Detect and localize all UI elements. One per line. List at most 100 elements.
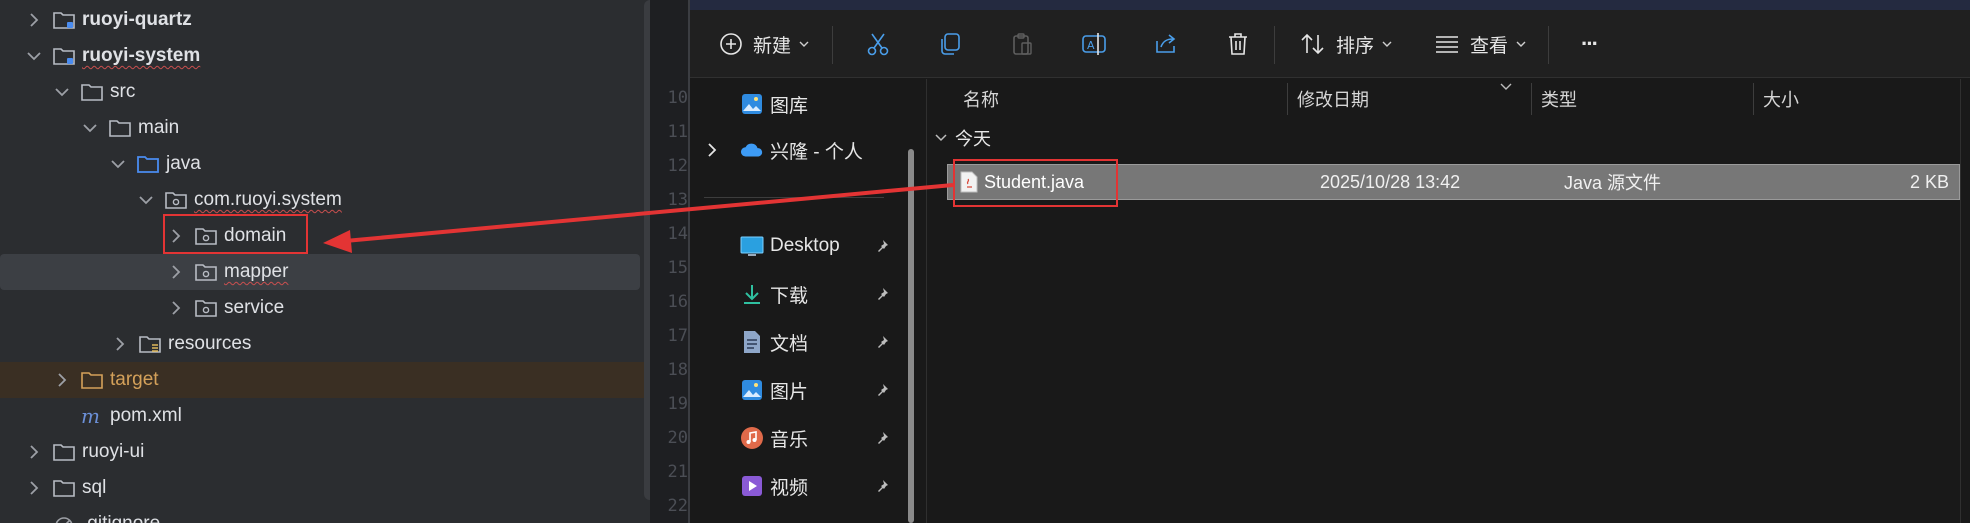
pin-icon[interactable]	[874, 430, 890, 446]
line-number: 13	[667, 190, 688, 210]
list-view-icon	[1434, 33, 1460, 55]
sort-button[interactable]: 排序	[1294, 10, 1398, 78]
nav-item-videos[interactable]: 视频	[690, 467, 910, 505]
column-header-type[interactable]: 类型	[1541, 79, 1577, 119]
tree-node-sql[interactable]: sql	[0, 470, 650, 506]
tree-node-ruoyi-system[interactable]: ruoyi-system	[0, 38, 650, 74]
column-divider[interactable]	[1531, 83, 1532, 115]
line-number: 14	[667, 224, 688, 244]
paste-button[interactable]	[1002, 10, 1042, 78]
cut-button[interactable]	[858, 10, 898, 78]
column-header-size[interactable]: 大小	[1763, 79, 1799, 119]
line-number: 20	[667, 428, 688, 448]
desktop-icon	[740, 234, 764, 258]
chevron-down-icon[interactable]	[136, 190, 156, 210]
tree-node-ruoyi-ui[interactable]: ruoyi-ui	[0, 434, 650, 470]
chevron-down-icon[interactable]	[52, 82, 72, 102]
tree-node-pom-xml[interactable]: m pom.xml	[0, 398, 650, 434]
tree-node-mapper[interactable]: mapper	[0, 254, 640, 290]
sort-label: 排序	[1335, 35, 1374, 57]
file-modified: 2025/10/28 13:42	[1320, 171, 1461, 192]
tree-label: ruoyi-system	[82, 45, 201, 66]
sort-descending-icon	[1500, 79, 1512, 97]
pin-icon[interactable]	[874, 478, 890, 494]
toolbar-separator	[1548, 26, 1549, 64]
tree-label: java	[166, 153, 201, 174]
source-folder-icon	[136, 153, 160, 175]
tree-node-target[interactable]: target	[0, 362, 650, 398]
new-label: 新建	[752, 35, 791, 57]
tree-label: sql	[82, 477, 107, 498]
delete-button[interactable]	[1218, 10, 1258, 78]
nav-item-downloads[interactable]: 下载	[690, 275, 910, 313]
column-header-name[interactable]: 名称	[963, 79, 999, 119]
nav-item-desktop[interactable]: Desktop	[690, 227, 910, 265]
excluded-folder-icon	[80, 369, 104, 391]
tree-node-main[interactable]: main	[0, 110, 650, 146]
tree-label: com.ruoyi.system	[194, 189, 342, 210]
tree-label: src	[110, 81, 136, 102]
chevron-right-icon[interactable]	[24, 442, 44, 462]
chevron-right-icon[interactable]	[110, 334, 130, 354]
content-edge	[1960, 79, 1961, 523]
rename-button[interactable]: A	[1074, 10, 1114, 78]
line-number: 22	[667, 496, 688, 516]
copy-button[interactable]	[930, 10, 970, 78]
music-icon	[740, 426, 764, 450]
folder-icon	[52, 441, 76, 463]
nav-item-documents[interactable]: 文档	[690, 323, 910, 361]
pin-icon[interactable]	[874, 382, 890, 398]
pin-icon[interactable]	[874, 238, 890, 254]
share-button[interactable]	[1146, 10, 1186, 78]
nav-item-pictures[interactable]: 图片	[690, 371, 910, 409]
ignore-file-icon	[52, 513, 76, 523]
tree-node-resources[interactable]: resources	[0, 326, 650, 362]
pin-icon[interactable]	[874, 334, 890, 350]
new-button[interactable]: 新建	[712, 10, 816, 78]
line-number: 12	[667, 156, 688, 176]
view-button[interactable]: 查看	[1428, 10, 1532, 78]
column-header-modified[interactable]: 修改日期	[1297, 79, 1369, 119]
chevron-right-icon[interactable]	[166, 262, 186, 282]
pin-icon[interactable]	[874, 286, 890, 302]
tree-label: main	[138, 117, 180, 138]
tree-node-java[interactable]: java	[0, 146, 650, 182]
file-explorer-window: 新建 A 排序 查看 ··· 图库 兴隆 - 个人 Desktop 下载 文档 …	[690, 0, 1970, 523]
nav-label: 文档	[770, 333, 809, 355]
chevron-down-icon[interactable]	[108, 154, 128, 174]
chevron-down-icon[interactable]	[24, 46, 44, 66]
column-divider[interactable]	[1753, 83, 1754, 115]
chevron-right-icon[interactable]	[704, 140, 720, 160]
more-options-button[interactable]: ···	[1564, 10, 1614, 78]
plus-circle-icon	[719, 32, 743, 56]
tree-scrollbar[interactable]	[644, 0, 650, 500]
tree-node-service[interactable]: service	[0, 290, 650, 326]
nav-item-onedrive[interactable]: 兴隆 - 个人	[690, 131, 910, 169]
group-header-today[interactable]: 今天	[935, 123, 991, 153]
line-number: 21	[667, 462, 688, 482]
chevron-right-icon[interactable]	[24, 10, 44, 30]
sort-icon	[1300, 32, 1326, 56]
tree-node-ruoyi-quartz[interactable]: ruoyi-quartz	[0, 2, 650, 38]
tree-node-src[interactable]: src	[0, 74, 650, 110]
tree-label: ruoyi-ui	[82, 441, 145, 462]
column-divider[interactable]	[1287, 83, 1288, 115]
nav-item-gallery[interactable]: 图库	[690, 85, 910, 123]
tree-node-gitignore[interactable]: .gitignore	[0, 506, 650, 523]
more-icon: ···	[1581, 31, 1599, 56]
chevron-down-icon	[1516, 40, 1526, 48]
chevron-right-icon[interactable]	[52, 370, 72, 390]
chevron-right-icon[interactable]	[24, 478, 44, 498]
share-icon	[1153, 31, 1179, 57]
trash-icon	[1226, 31, 1250, 57]
module-folder-icon	[52, 9, 76, 31]
tree-node-com-ruoyi-system[interactable]: com.ruoyi.system	[0, 182, 650, 218]
chevron-down-icon[interactable]	[80, 118, 100, 138]
chevron-right-icon[interactable]	[166, 298, 186, 318]
rename-icon: A	[1080, 31, 1108, 57]
chevron-down-icon	[935, 133, 947, 143]
command-bar: 新建 A 排序 查看 ···	[690, 10, 1970, 78]
tree-node-domain[interactable]: domain	[0, 218, 650, 254]
line-number: 16	[667, 292, 688, 312]
nav-item-music[interactable]: 音乐	[690, 419, 910, 457]
